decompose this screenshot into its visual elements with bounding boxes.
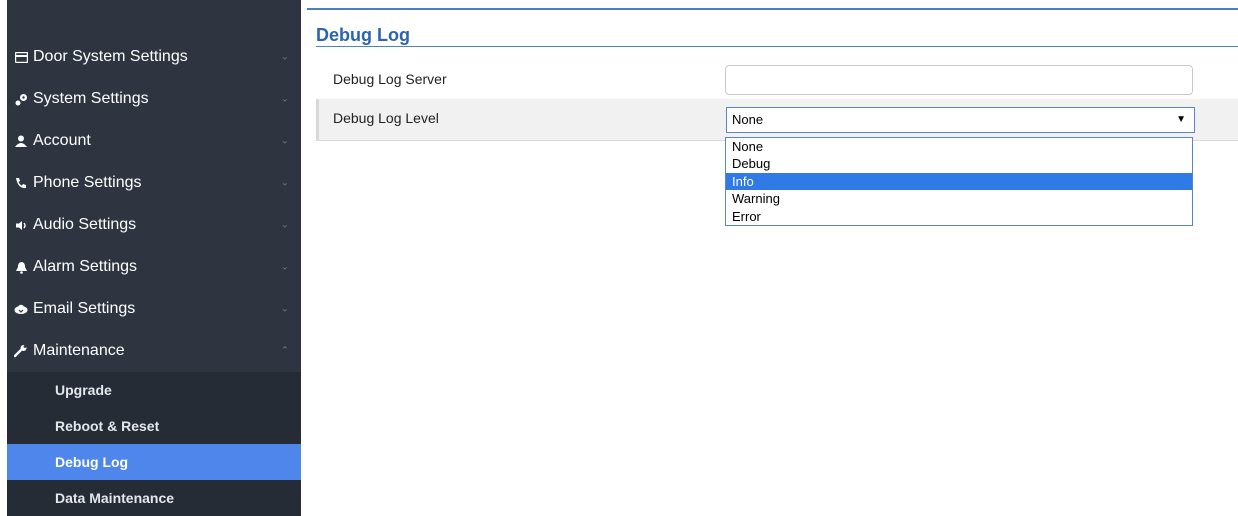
page-title: Debug Log (316, 25, 410, 45)
phone-icon (14, 176, 28, 190)
nav-label: System Settings (33, 90, 149, 107)
nav-label: Audio Settings (33, 216, 137, 233)
select-value: None (732, 112, 764, 127)
chevron-down-icon: ⌄ (280, 261, 289, 273)
subnav-label: Data Maintenance (55, 490, 175, 506)
nav-label: Phone Settings (33, 174, 142, 191)
nav-label: Email Settings (33, 300, 136, 317)
speaker-icon (14, 218, 28, 232)
subnav-debug-log[interactable]: Debug Log (7, 444, 301, 480)
wrench-icon (14, 344, 28, 358)
nav-label: Alarm Settings (33, 258, 138, 275)
nav-alarm-settings[interactable]: Alarm Settings ⌄ (7, 246, 301, 288)
chevron-down-icon: ⌄ (280, 303, 289, 315)
nav-door-system-settings[interactable]: Door System Settings ⌄ (7, 36, 301, 78)
title-divider (316, 46, 1238, 47)
debug-log-server-input[interactable] (725, 65, 1193, 95)
chevron-down-icon: ⌄ (280, 51, 289, 63)
debug-log-server-row: Debug Log Server (316, 57, 1238, 99)
chevron-down-icon: ⌄ (280, 219, 289, 231)
user-icon (14, 134, 28, 148)
bell-icon (14, 260, 28, 274)
debug-log-server-label: Debug Log Server (333, 71, 447, 87)
debug-log-level-dropdown: None Debug Info Warning Error (725, 137, 1193, 226)
chevron-down-icon: ⌄ (280, 93, 289, 105)
caret-down-icon: ▼ (1176, 114, 1186, 125)
chevron-down-icon: ⌄ (280, 135, 289, 147)
debug-log-level-select[interactable]: None ▼ (726, 107, 1195, 133)
nav-account[interactable]: Account ⌄ (7, 120, 301, 162)
top-border (307, 8, 1238, 10)
subnav-label: Reboot & Reset (55, 418, 160, 434)
debug-log-level-row: Debug Log Level None ▼ (316, 99, 1238, 141)
chevron-down-icon: ⌄ (280, 177, 289, 189)
debug-log-level-label: Debug Log Level (333, 110, 439, 126)
cloud-icon (14, 302, 28, 316)
option-info[interactable]: Info (726, 172, 1192, 191)
nav-system-settings[interactable]: System Settings ⌄ (7, 78, 301, 120)
option-warning[interactable]: Warning (726, 190, 1192, 207)
nav-label: Account (33, 132, 91, 149)
subnav-upgrade[interactable]: Upgrade (7, 372, 301, 408)
nav-maintenance[interactable]: Maintenance ⌃ (7, 330, 301, 372)
chevron-up-icon: ⌃ (280, 345, 289, 357)
subnav-label: Upgrade (55, 382, 112, 398)
nav-phone-settings[interactable]: Phone Settings ⌄ (7, 162, 301, 204)
subnav-label: Debug Log (55, 454, 129, 470)
wrench-gear-icon (14, 92, 28, 106)
subnav-reboot-reset[interactable]: Reboot & Reset (7, 408, 301, 444)
nav-email-settings[interactable]: Email Settings ⌄ (7, 288, 301, 330)
nav-audio-settings[interactable]: Audio Settings ⌄ (7, 204, 301, 246)
option-none[interactable]: None (726, 138, 1192, 155)
option-error[interactable]: Error (726, 208, 1192, 225)
sidebar: Door System Settings ⌄ System Settings ⌄… (7, 0, 301, 516)
card-icon (14, 50, 28, 64)
option-debug[interactable]: Debug (726, 155, 1192, 172)
nav-label: Door System Settings (33, 48, 188, 65)
nav-label: Maintenance (33, 342, 125, 359)
subnav-data-maintenance[interactable]: Data Maintenance (7, 480, 301, 516)
